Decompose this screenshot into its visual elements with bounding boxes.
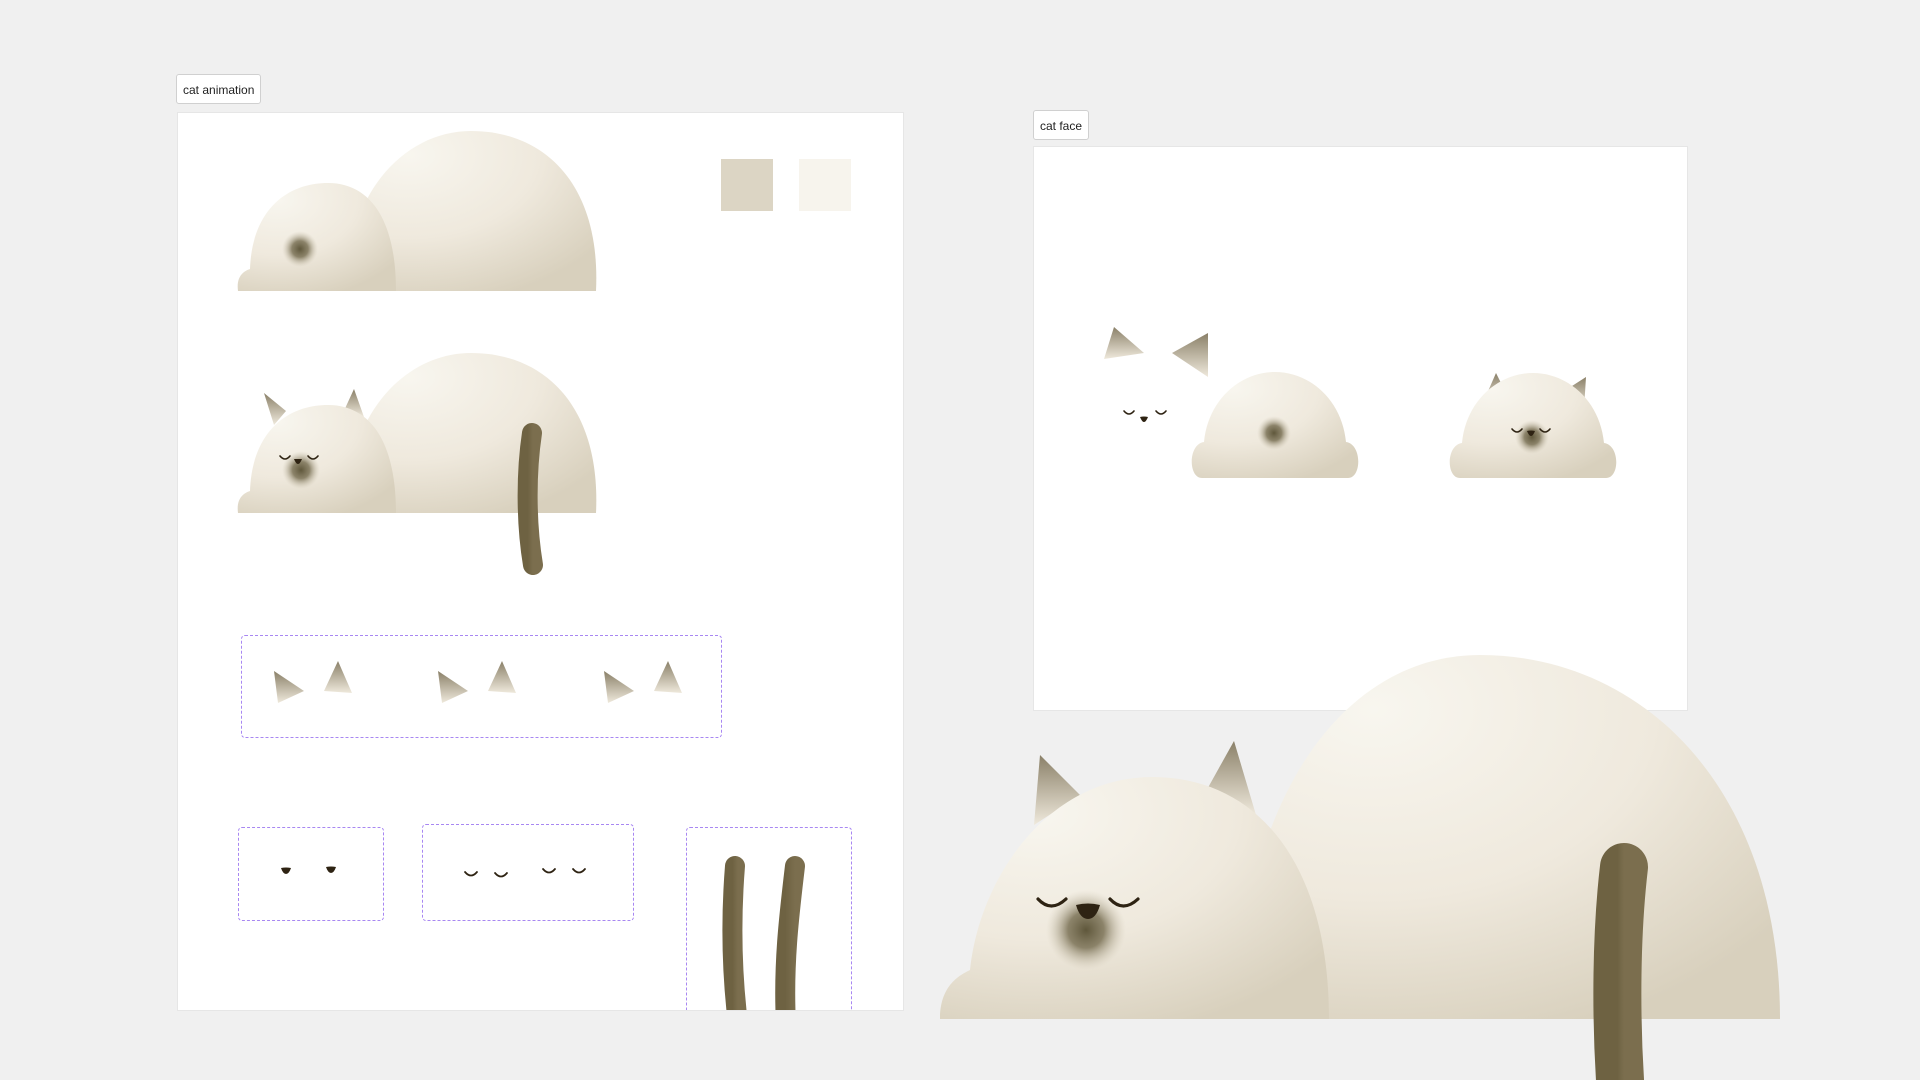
frame-cat-animation[interactable] [178, 113, 903, 1010]
color-swatch-shade[interactable] [721, 159, 773, 211]
cat-full-sketch[interactable] [236, 353, 606, 593]
closed-eyes [464, 868, 586, 878]
frame-label-cat-face[interactable]: cat face [1033, 110, 1090, 140]
ears-group[interactable] [241, 635, 722, 738]
nose-shapes [281, 866, 336, 874]
cat-head-assembled[interactable] [1446, 353, 1620, 479]
eyes-group[interactable] [422, 824, 634, 921]
cat-large-preview[interactable] [940, 655, 1780, 1080]
ear-pair-1[interactable] [272, 661, 372, 706]
color-swatch-light[interactable] [799, 159, 851, 211]
cat-head-blank[interactable] [1188, 372, 1362, 478]
tails-group[interactable] [686, 827, 852, 1010]
tail-shapes [722, 856, 805, 1010]
cat-body-sketch[interactable] [236, 131, 606, 311]
frame-cat-face[interactable] [1034, 147, 1687, 710]
noses-group[interactable] [238, 827, 384, 921]
ear-pair-3[interactable] [602, 661, 702, 706]
ear-pair-2[interactable] [436, 661, 536, 706]
frame-label-cat-animation[interactable]: cat animation [176, 74, 262, 104]
